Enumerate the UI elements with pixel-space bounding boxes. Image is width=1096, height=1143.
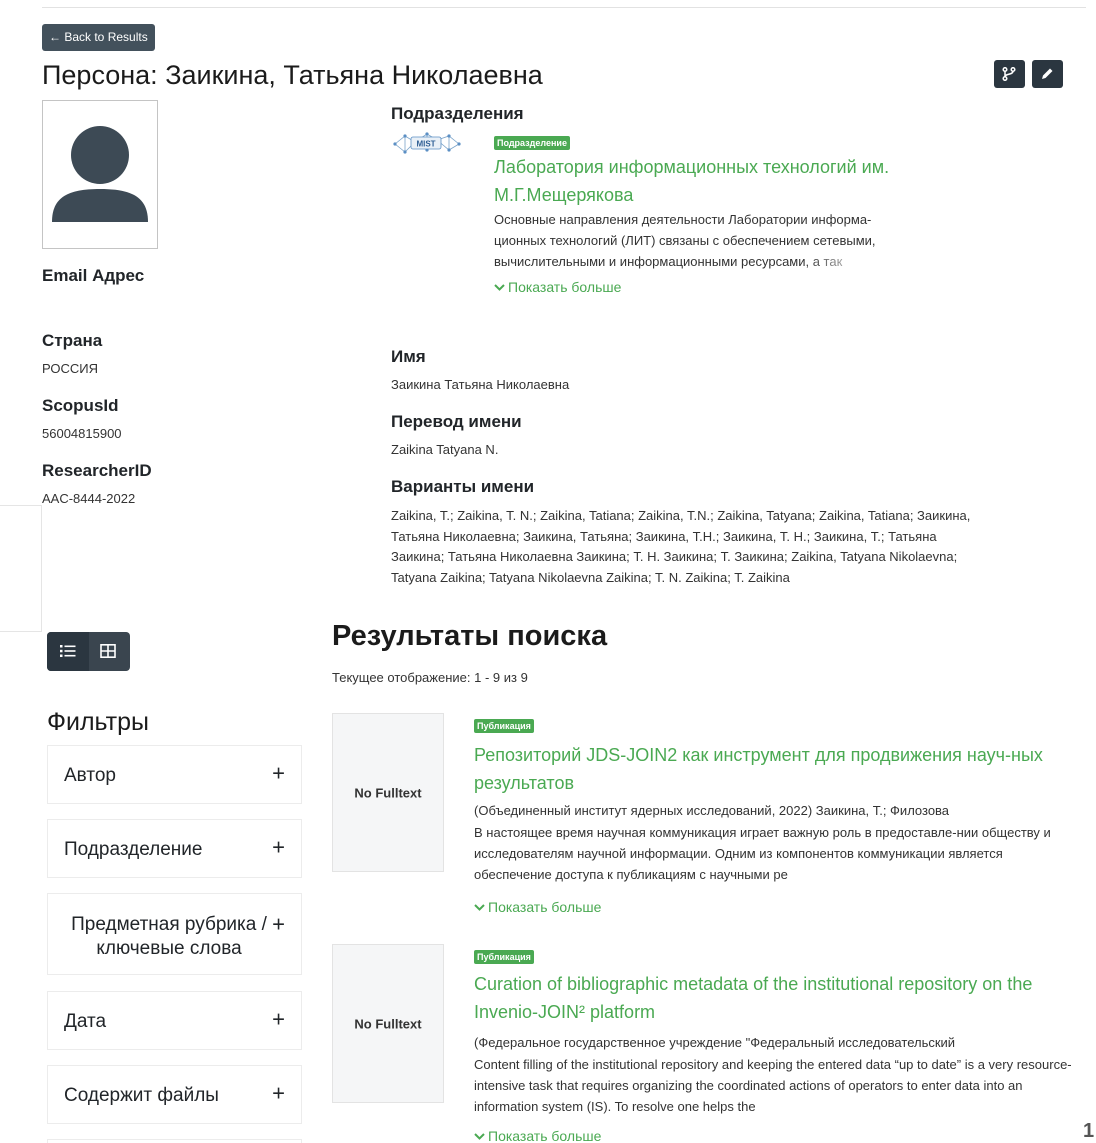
results-heading: Результаты поиска	[332, 620, 608, 652]
list-icon	[60, 645, 76, 657]
department-title-link[interactable]: Лаборатория информационных технологий им…	[494, 153, 964, 209]
result-meta: (Федеральное государственное учреждение …	[474, 1032, 1044, 1052]
chevron-down-icon	[474, 904, 485, 911]
filter-department[interactable]: Подразделение +	[47, 819, 302, 878]
pencil-icon	[1042, 68, 1053, 79]
result-title-link[interactable]: Репозиторий JDS-JOIN2 как инструмент для…	[474, 741, 1074, 797]
department-show-more-link[interactable]: Показать больше	[494, 279, 621, 295]
researcherid-value: AAC-8444-2022	[42, 491, 136, 506]
name-translation-label: Перевод имени	[391, 412, 522, 431]
chevron-down-icon	[494, 284, 505, 291]
plus-icon: +	[272, 834, 285, 860]
departments-heading: Подразделения	[391, 104, 524, 123]
filter-label: Автор	[64, 765, 116, 786]
user-avatar-icon	[52, 126, 148, 222]
filter-label: Дата	[64, 1011, 107, 1032]
result-abstract: В настоящее время научная коммуникация и…	[474, 822, 1054, 885]
page-title: Персона: Заикина, Татьяна Николаевна	[42, 60, 543, 90]
name-variants-value: Zaikina, T.; Zaikina, T. N.; Zaikina, Ta…	[391, 508, 971, 585]
plus-icon: +	[272, 1006, 285, 1032]
chevron-down-icon	[474, 1133, 485, 1140]
filter-subject-keywords[interactable]: Предметная рубрика / ключевые слова +	[47, 893, 302, 975]
edit-button[interactable]	[1032, 60, 1063, 88]
name-value: Заикина Татьяна Николаевна	[391, 377, 570, 392]
plus-icon: +	[272, 1080, 285, 1106]
page-number: 1	[1083, 1120, 1095, 1142]
department-badge: Подразделение	[494, 136, 570, 150]
plus-icon: +	[272, 760, 285, 786]
department-description: Основные направления деятельности Лабора…	[494, 209, 894, 272]
svg-text:MIST: MIST	[416, 140, 435, 149]
result-meta: (Объединенный институт ядерных исследова…	[474, 800, 1044, 820]
researcherid-label: ResearcherID	[42, 461, 152, 480]
country-value: РОССИЯ	[42, 361, 99, 376]
grid-icon	[100, 644, 116, 658]
result-title-link[interactable]: Curation of bibliographic metadata of th…	[474, 970, 1084, 1026]
filter-has-files[interactable]: Содержит файлы +	[47, 1065, 302, 1124]
country-label: Страна	[42, 331, 103, 350]
result-thumbnail[interactable]: No Fulltext	[332, 944, 444, 1103]
person-photo	[42, 100, 158, 249]
result-show-more-link[interactable]: Показать больше	[474, 899, 601, 915]
fork-icon	[1002, 67, 1016, 81]
grid-view-button[interactable]	[89, 632, 130, 671]
result-abstract: Content filling of the institutional rep…	[474, 1054, 1086, 1117]
filter-date[interactable]: Дата +	[47, 991, 302, 1050]
scopus-value: 56004815900	[42, 426, 122, 441]
filter-label: Подразделение	[64, 839, 203, 860]
mist-logo: MIST	[393, 132, 461, 154]
filters-heading: Фильтры	[47, 708, 149, 736]
email-label: Email Адрес	[42, 266, 145, 285]
filter-label: Содержит файлы	[64, 1085, 219, 1106]
name-label: Имя	[391, 347, 426, 366]
filter-author[interactable]: Автор +	[47, 745, 302, 804]
filter-label: Предметная рубрика / ключевые слова	[71, 914, 267, 959]
result-thumbnail[interactable]: No Fulltext	[332, 713, 444, 872]
results-count: Текущее отображение: 1 - 9 из 9	[332, 670, 528, 685]
collapsed-side-panel	[0, 505, 42, 632]
view-mode-toggle	[47, 632, 130, 671]
fork-button[interactable]	[994, 60, 1025, 88]
back-to-results-button[interactable]: ← Back to Results	[42, 24, 155, 51]
result-show-more-link[interactable]: Показать больше	[474, 1128, 601, 1143]
name-variants-label: Варианты имени	[391, 477, 535, 496]
name-translation-value: Zaikina Tatyana N.	[391, 442, 499, 457]
publication-badge: Публикация	[474, 950, 534, 964]
plus-icon: +	[272, 911, 285, 937]
filter-next-partial[interactable]	[47, 1139, 302, 1143]
top-divider	[42, 7, 1086, 8]
publication-badge: Публикация	[474, 719, 534, 733]
list-view-button[interactable]	[47, 632, 89, 671]
scopus-label: ScopusId	[42, 396, 119, 415]
